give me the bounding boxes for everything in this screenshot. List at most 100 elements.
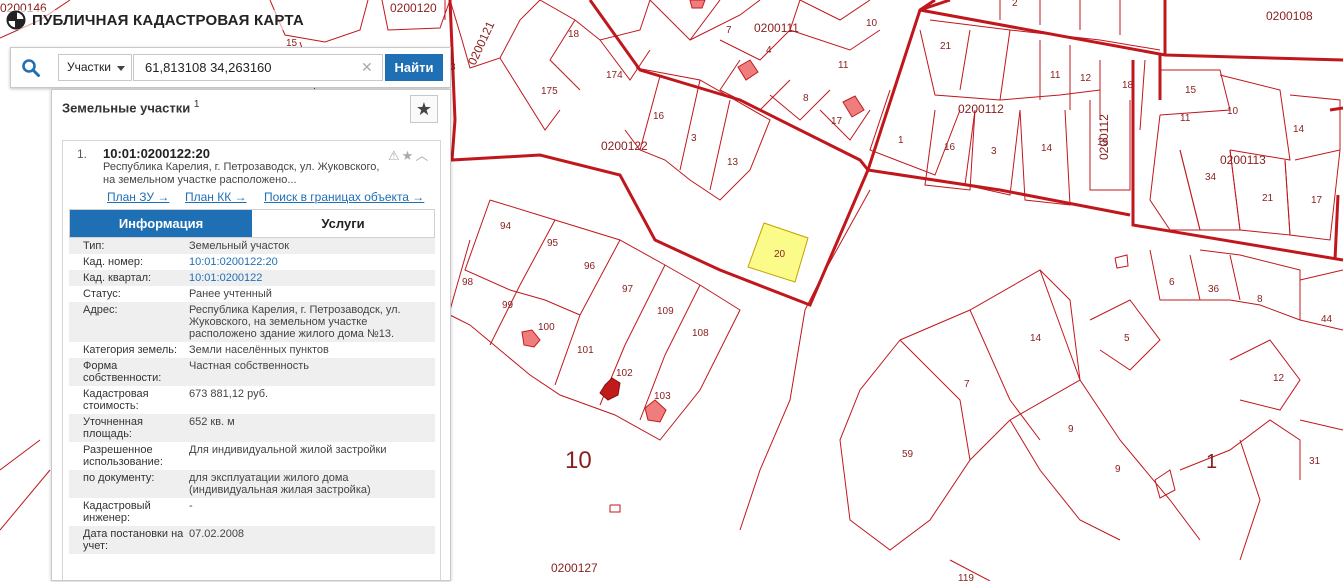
svg-text:34: 34 — [1205, 172, 1217, 183]
label-0200127: 0200127 — [551, 561, 598, 575]
svg-text:11: 11 — [1050, 70, 1061, 81]
svg-text:13: 13 — [727, 157, 739, 168]
attribute-row: Категория земель: Земли населённых пункто… — [69, 342, 435, 358]
attribute-label: Тип: — [83, 240, 105, 252]
label-0200111: 0200111 — [754, 21, 799, 35]
attribute-row: Кад. квартал: 10:01:0200122 — [69, 270, 435, 286]
label-0200112: 0200112 — [958, 102, 1004, 116]
panel-title: Земельные участки 1 — [62, 99, 199, 115]
svg-text:6: 6 — [1169, 277, 1175, 288]
svg-text:103: 103 — [654, 391, 671, 402]
attribute-label: Кадастровая стоимость: — [83, 388, 149, 412]
svg-text:3: 3 — [991, 146, 997, 157]
card-tabs: Информация Услуги — [69, 209, 435, 238]
attribute-value: Республика Карелия, г. Петрозаводск, ул.… — [189, 304, 401, 340]
svg-text:20: 20 — [774, 249, 786, 260]
svg-text:19: 19 — [1097, 137, 1109, 148]
attribute-row: Тип: Земельный участок — [69, 238, 435, 254]
svg-text:2: 2 — [1012, 0, 1018, 9]
tab-services[interactable]: Услуги — [252, 210, 434, 237]
globe-logo-icon — [6, 10, 26, 30]
item-address: Республика Карелия, г. Петрозаводск, ул.… — [103, 161, 380, 186]
svg-text:8: 8 — [803, 93, 809, 104]
search-type-label: Участки — [67, 60, 111, 74]
svg-text:18: 18 — [568, 29, 580, 40]
svg-text:94: 94 — [500, 221, 512, 232]
svg-text:10: 10 — [1227, 106, 1239, 117]
panel-title-text: Земельные участки — [62, 100, 191, 116]
attribute-value: Для индивидуальной жилой застройки — [189, 444, 387, 456]
search-within-bounds-link[interactable]: Поиск в границах объекта → — [264, 190, 424, 204]
chevron-down-icon — [117, 66, 125, 71]
tab-information[interactable]: Информация — [70, 210, 252, 237]
district-10-label: 10 — [565, 447, 592, 474]
svg-text:16: 16 — [944, 142, 956, 153]
svg-text:108: 108 — [692, 328, 709, 339]
label-0200113: 0200113 — [1220, 153, 1266, 167]
find-button[interactable]: Найти — [385, 54, 443, 81]
attribute-value[interactable]: 10:01:0200122:20 — [189, 256, 435, 268]
attribute-row: Форма собственности: Частная собственност… — [69, 358, 435, 386]
favorite-star-button[interactable]: ★ — [410, 95, 438, 123]
attribute-value: - — [189, 500, 193, 512]
results-count: 1 — [193, 99, 200, 110]
attribute-row: Адрес: Республика Карелия, г. Петрозаводс… — [69, 302, 435, 342]
attribute-label: по документу: — [83, 472, 155, 484]
attribute-label: Дата постановки на учет: — [83, 528, 184, 552]
item-actions: ⚠★︿ — [388, 145, 430, 164]
svg-text:97: 97 — [622, 284, 634, 295]
label-0200108: 0200108 — [1266, 9, 1313, 23]
attribute-value: для эксплуатации жилого дома (индивидуал… — [189, 472, 371, 496]
star-icon[interactable]: ★ — [402, 148, 416, 163]
search-icon[interactable] — [21, 58, 41, 78]
svg-text:18: 18 — [1122, 80, 1134, 91]
svg-text:11: 11 — [838, 60, 849, 71]
svg-text:14: 14 — [1293, 124, 1305, 135]
svg-text:17: 17 — [831, 116, 843, 127]
attributes-table: Тип: Земельный участок Кад. номер: 10:01:02… — [69, 238, 435, 554]
attribute-row: Кад. номер: 10:01:0200122:20 — [69, 254, 435, 270]
svg-text:31: 31 — [1309, 456, 1321, 467]
attribute-row: по документу: для эксплуатации жилого дом… — [69, 470, 435, 498]
search-type-dropdown[interactable]: Участки — [58, 54, 132, 81]
svg-text:7: 7 — [964, 379, 970, 390]
svg-text:100: 100 — [538, 322, 555, 333]
svg-text:102: 102 — [616, 368, 633, 379]
plan-kk-link[interactable]: План КК → — [185, 190, 247, 204]
attribute-label: Статус: — [83, 288, 121, 300]
svg-text:174: 174 — [606, 70, 623, 81]
svg-text:101: 101 — [577, 345, 594, 356]
attribute-label: Разрешенное использование: — [83, 444, 163, 468]
svg-text:99: 99 — [502, 300, 514, 311]
svg-text:15: 15 — [1185, 85, 1197, 96]
close-icon[interactable]: ✕ — [361, 60, 373, 74]
svg-text:59: 59 — [902, 449, 914, 460]
results-panel: Земельные участки 1 ★ 1. 10:01:0200122:2… — [51, 89, 451, 582]
chevron-up-icon[interactable]: ︿ — [415, 148, 430, 163]
svg-text:5: 5 — [1124, 333, 1130, 344]
svg-text:16: 16 — [653, 111, 665, 122]
item-index: 1. — [77, 147, 88, 161]
warning-icon[interactable]: ⚠ — [388, 148, 402, 163]
attribute-row: Кадастровый инженер: - — [69, 498, 435, 526]
label-0200122: 0200122 — [601, 139, 648, 153]
plan-zu-link[interactable]: План ЗУ → — [107, 190, 169, 204]
attribute-value: Земли населённых пунктов — [189, 344, 329, 356]
attribute-label: Форма собственности: — [83, 360, 162, 384]
attribute-value[interactable]: 10:01:0200122 — [189, 272, 435, 284]
svg-text:1: 1 — [898, 135, 904, 146]
attribute-value: Частная собственность — [189, 360, 310, 372]
svg-text:95: 95 — [547, 238, 559, 249]
svg-text:17: 17 — [1311, 195, 1323, 206]
label-0200120: 0200120 — [390, 1, 437, 15]
item-cadastral-number[interactable]: 10:01:0200122:20 — [103, 146, 210, 161]
search-input[interactable] — [133, 54, 383, 81]
attribute-value: 673 881,12 руб. — [189, 388, 269, 400]
svg-text:96: 96 — [584, 261, 596, 272]
svg-text:7: 7 — [726, 25, 732, 36]
attribute-row: Дата постановки на учет: 07.02.2008 — [69, 526, 435, 554]
svg-text:11: 11 — [1180, 113, 1191, 124]
attribute-value: Земельный участок — [189, 240, 290, 252]
attribute-label: Категория земель: — [83, 344, 178, 356]
svg-text:21: 21 — [1262, 193, 1274, 204]
